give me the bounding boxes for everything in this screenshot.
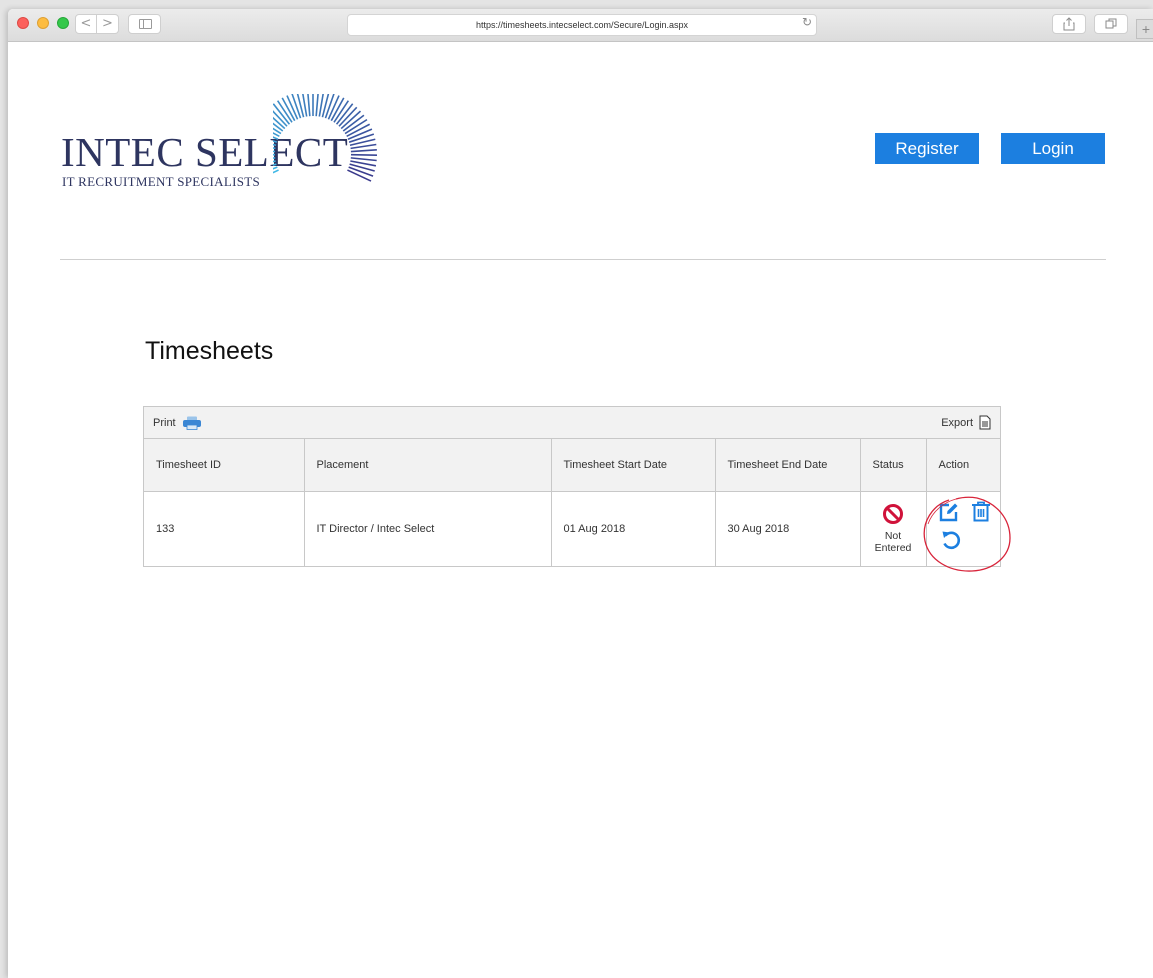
- login-button[interactable]: Login: [1001, 133, 1105, 164]
- cell-status: Not Entered: [860, 491, 927, 566]
- logo-arc-ray: [321, 94, 330, 118]
- page-title: Timesheets: [145, 337, 274, 365]
- minimize-window-button[interactable]: [37, 17, 49, 29]
- blocked-icon: [883, 504, 903, 525]
- sidebar-icon: [139, 19, 152, 29]
- timesheets-table: Timesheet ID Placement Timesheet Start D…: [144, 439, 1000, 566]
- logo-arc-ray: [350, 143, 377, 150]
- brand-tagline: IT RECRUITMENT SPECIALISTS: [62, 174, 261, 189]
- cell-end-date: 30 Aug 2018: [715, 491, 861, 566]
- timesheets-grid: Print Export Timesheet ID Placement Time…: [143, 406, 1001, 567]
- logo-arc-ray: [273, 157, 276, 159]
- browser-toolbar: < > https://timesheets.intecselect.com/S…: [8, 9, 1153, 42]
- chevron-right-icon: >: [102, 16, 113, 31]
- export-button[interactable]: Export: [941, 415, 991, 430]
- column-header-action[interactable]: Action: [926, 439, 1000, 492]
- column-header-end-date[interactable]: Timesheet End Date: [715, 439, 861, 492]
- new-tab-button[interactable]: +: [1136, 19, 1153, 39]
- document-icon: [979, 415, 991, 430]
- tab-overview-button[interactable]: [1094, 14, 1128, 34]
- logo-arc-ray: [315, 94, 319, 117]
- browser-window: < > https://timesheets.intecselect.com/S…: [8, 9, 1153, 978]
- logo-arc-ray: [307, 94, 311, 117]
- logo-arc-ray: [296, 94, 305, 118]
- column-header-placement[interactable]: Placement: [304, 439, 552, 492]
- close-window-button[interactable]: [17, 17, 29, 29]
- brand-arc-icon: [273, 94, 378, 182]
- forward-button[interactable]: >: [97, 14, 119, 34]
- column-header-status[interactable]: Status: [860, 439, 927, 492]
- address-bar[interactable]: https://timesheets.intecselect.com/Secur…: [347, 14, 817, 36]
- zoom-window-button[interactable]: [57, 17, 69, 29]
- cell-start-date: 01 Aug 2018: [551, 491, 716, 566]
- tabs-icon: [1105, 18, 1117, 29]
- print-button[interactable]: Print: [153, 416, 202, 430]
- reload-icon[interactable]: ↻: [802, 15, 812, 29]
- column-header-start-date[interactable]: Timesheet Start Date: [551, 439, 716, 492]
- register-button[interactable]: Register: [875, 133, 979, 164]
- grid-toolbar: Print Export: [144, 407, 1000, 439]
- cell-placement: IT Director / Intec Select: [304, 491, 552, 566]
- table-header-row: Timesheet ID Placement Timesheet Start D…: [144, 439, 1000, 492]
- logo-arc-ray: [350, 157, 377, 162]
- share-icon: [1063, 17, 1075, 31]
- logo-arc-ray: [273, 169, 279, 174]
- share-button[interactable]: [1052, 14, 1086, 34]
- print-label: Print: [153, 417, 176, 429]
- column-header-timesheet-id[interactable]: Timesheet ID: [144, 439, 305, 492]
- back-button[interactable]: <: [75, 14, 97, 34]
- brand-logo[interactable]: INTEC SELECT IT RECRUITMENT SPECIALISTS: [58, 94, 388, 214]
- logo-arc-ray: [273, 150, 276, 153]
- table-row[interactable]: 133 IT Director / Intec Select 01 Aug 20…: [144, 491, 1000, 566]
- url-text: https://timesheets.intecselect.com/Secur…: [475, 20, 689, 30]
- chevron-left-icon: <: [80, 16, 92, 31]
- printer-icon: [182, 416, 201, 430]
- annotation-circle: [923, 496, 1011, 572]
- status-text: Not Entered: [874, 530, 912, 555]
- export-label: Export: [941, 416, 973, 429]
- cell-timesheet-id: 133: [144, 491, 305, 566]
- header-divider: [60, 259, 1106, 260]
- logo-arc-ray: [350, 149, 377, 153]
- sidebar-toggle-button[interactable]: [128, 14, 161, 34]
